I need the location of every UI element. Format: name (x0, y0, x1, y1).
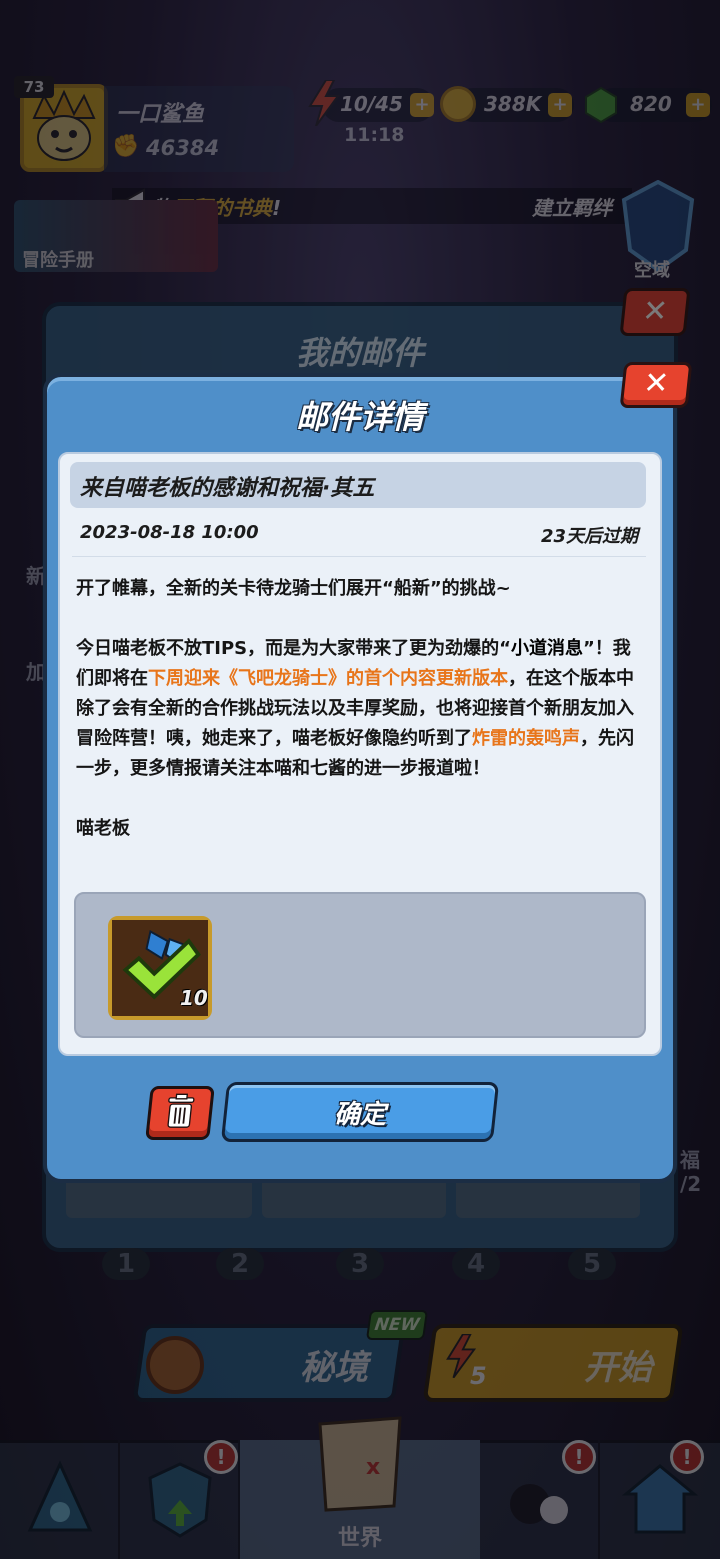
mail-paragraph: 开了帷幕，全新的关卡待龙骑士们展开“船新”的挑战~ (76, 578, 511, 599)
confirm-button-label: 确定 (333, 1100, 386, 1130)
mail-paragraph: 今日喵老板不放TIPS，而是为大家带来了更为劲爆的“小道消息”！我们即将在下周迎… (76, 638, 634, 779)
dialog-title: 邮件详情 (295, 398, 424, 436)
mail-date: 2023-08-18 10:00 (80, 522, 259, 543)
trash-icon (167, 1093, 195, 1128)
mail-body: 开了帷幕，全新的关卡待龙骑士们展开“船新”的挑战~ 今日喵老板不放TIPS，而是… (76, 574, 636, 874)
mail-expiry: 23天后过期 (540, 526, 638, 547)
reward-count: 10 (180, 986, 208, 1010)
mail-subject: 来自喵老板的感谢和祝福·其五 (80, 476, 375, 501)
mail-signature: 喵老板 (76, 818, 130, 839)
close-button[interactable]: ✕ (619, 362, 693, 408)
divider (72, 556, 646, 557)
delete-button[interactable] (145, 1086, 215, 1140)
